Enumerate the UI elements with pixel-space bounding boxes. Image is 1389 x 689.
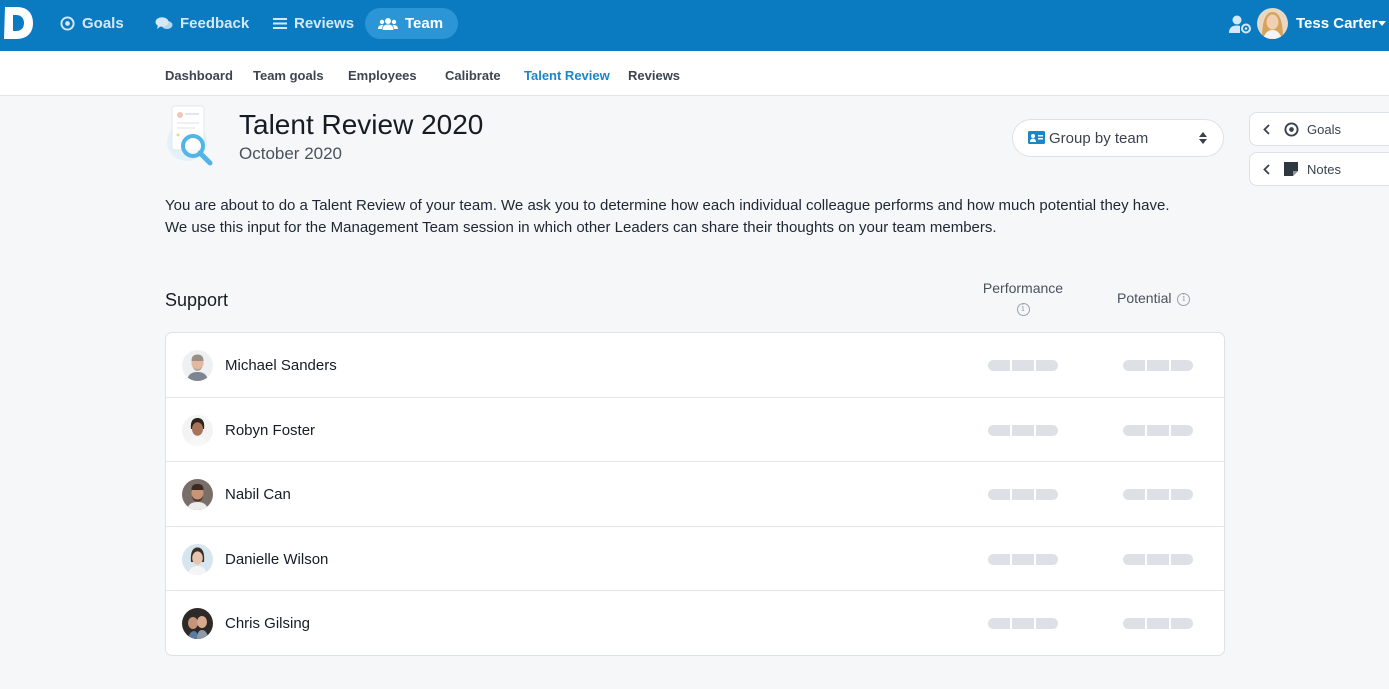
potential-rating-placeholder[interactable] bbox=[1123, 618, 1193, 630]
avatar bbox=[182, 479, 213, 511]
performance-rating-placeholder[interactable] bbox=[988, 424, 1058, 436]
performance-column-label: Performance bbox=[982, 280, 1064, 296]
member-name: Chris Gilsing bbox=[225, 615, 311, 633]
member-name: Robyn Foster bbox=[225, 421, 316, 439]
page-subtitle: October 2020 bbox=[239, 144, 343, 163]
target-icon bbox=[60, 16, 75, 31]
nav-reviews[interactable]: Reviews bbox=[261, 8, 366, 39]
team-members-table: Michael Sanders Robyn Foster Nabil Can D… bbox=[165, 332, 1225, 656]
group-by-select-value: Group by team bbox=[1049, 130, 1149, 147]
chevron-left-icon bbox=[1263, 164, 1270, 175]
list-icon bbox=[273, 18, 287, 29]
tab-talent-review[interactable]: Talent Review bbox=[524, 68, 610, 83]
user-settings-icon[interactable] bbox=[1229, 14, 1251, 34]
table-row[interactable]: Chris Gilsing bbox=[166, 591, 1224, 655]
side-panel-notes-button[interactable]: Notes bbox=[1249, 152, 1389, 186]
potential-rating-placeholder[interactable] bbox=[1123, 489, 1193, 501]
tab-calibrate[interactable]: Calibrate bbox=[445, 68, 501, 83]
page-title: Talent Review 2020 bbox=[239, 109, 484, 140]
nav-feedback[interactable]: Feedback bbox=[143, 8, 261, 39]
avatar bbox=[182, 350, 213, 381]
avatar bbox=[182, 608, 213, 640]
chat-bubbles-icon bbox=[155, 17, 173, 29]
table-row[interactable]: Michael Sanders bbox=[166, 333, 1224, 398]
id-card-icon bbox=[1028, 131, 1045, 144]
group-by-select[interactable]: Group by team bbox=[1012, 119, 1224, 157]
performance-rating-placeholder[interactable] bbox=[988, 360, 1058, 371]
chevron-left-icon bbox=[1263, 124, 1270, 135]
performance-rating-placeholder[interactable] bbox=[988, 618, 1058, 630]
table-row[interactable]: Robyn Foster bbox=[166, 398, 1224, 463]
avatar bbox=[182, 543, 213, 575]
tab-reviews[interactable]: Reviews bbox=[628, 68, 680, 83]
tab-dashboard[interactable]: Dashboard bbox=[165, 68, 233, 83]
member-name: Michael Sanders bbox=[225, 357, 337, 374]
potential-rating-placeholder[interactable] bbox=[1123, 424, 1193, 436]
talent-review-illustration-icon bbox=[167, 105, 213, 166]
intro-line-1: You are about to do a Talent Review of y… bbox=[165, 197, 1170, 214]
nav-goals-label: Goals bbox=[82, 15, 124, 32]
intro-text: You are about to do a Talent Review of y… bbox=[165, 195, 1235, 239]
users-icon bbox=[378, 17, 398, 30]
user-name[interactable]: Tess Carter bbox=[1296, 15, 1377, 32]
user-avatar[interactable] bbox=[1257, 8, 1288, 39]
potential-column-label: Potential bbox=[1117, 290, 1172, 306]
nav-feedback-label: Feedback bbox=[180, 15, 250, 32]
chevron-down-icon[interactable] bbox=[1378, 21, 1386, 26]
app-logo-icon[interactable] bbox=[2, 5, 34, 41]
sticky-note-icon bbox=[1284, 162, 1298, 176]
member-name: Nabil Can bbox=[225, 486, 291, 504]
sort-arrows-icon bbox=[1199, 132, 1207, 144]
nav-team[interactable]: Team bbox=[365, 8, 459, 39]
table-row[interactable]: Nabil Can bbox=[166, 462, 1224, 527]
avatar bbox=[182, 414, 213, 446]
info-icon[interactable]: i bbox=[1016, 302, 1030, 316]
potential-column-header: Potential i bbox=[1117, 290, 1191, 306]
top-navigation-bar: Goals Feedback Reviews Team Tess Carter bbox=[0, 0, 1389, 51]
performance-column-header: Performance i bbox=[976, 280, 1070, 316]
nav-goals[interactable]: Goals bbox=[48, 8, 136, 39]
performance-rating-placeholder[interactable] bbox=[988, 489, 1058, 501]
potential-rating-placeholder[interactable] bbox=[1123, 360, 1193, 371]
sub-navigation: Dashboard Team goals Employees Calibrate… bbox=[0, 51, 1389, 96]
tab-team-goals[interactable]: Team goals bbox=[253, 68, 324, 83]
team-section-title: Support bbox=[165, 290, 229, 310]
potential-rating-placeholder[interactable] bbox=[1123, 553, 1193, 565]
table-row[interactable]: Danielle Wilson bbox=[166, 527, 1224, 592]
nav-reviews-label: Reviews bbox=[294, 15, 355, 32]
member-name: Danielle Wilson bbox=[225, 550, 329, 568]
info-icon[interactable]: i bbox=[1177, 292, 1191, 306]
intro-line-2: We use this input for the Management Tea… bbox=[165, 219, 997, 236]
target-icon bbox=[1284, 122, 1299, 137]
side-panel-goals-label: Goals bbox=[1307, 122, 1341, 137]
performance-rating-placeholder[interactable] bbox=[988, 553, 1058, 565]
side-panel-notes-label: Notes bbox=[1307, 162, 1341, 177]
tab-employees[interactable]: Employees bbox=[348, 68, 417, 83]
nav-team-label: Team bbox=[405, 15, 444, 32]
side-panel-goals-button[interactable]: Goals bbox=[1249, 112, 1389, 146]
